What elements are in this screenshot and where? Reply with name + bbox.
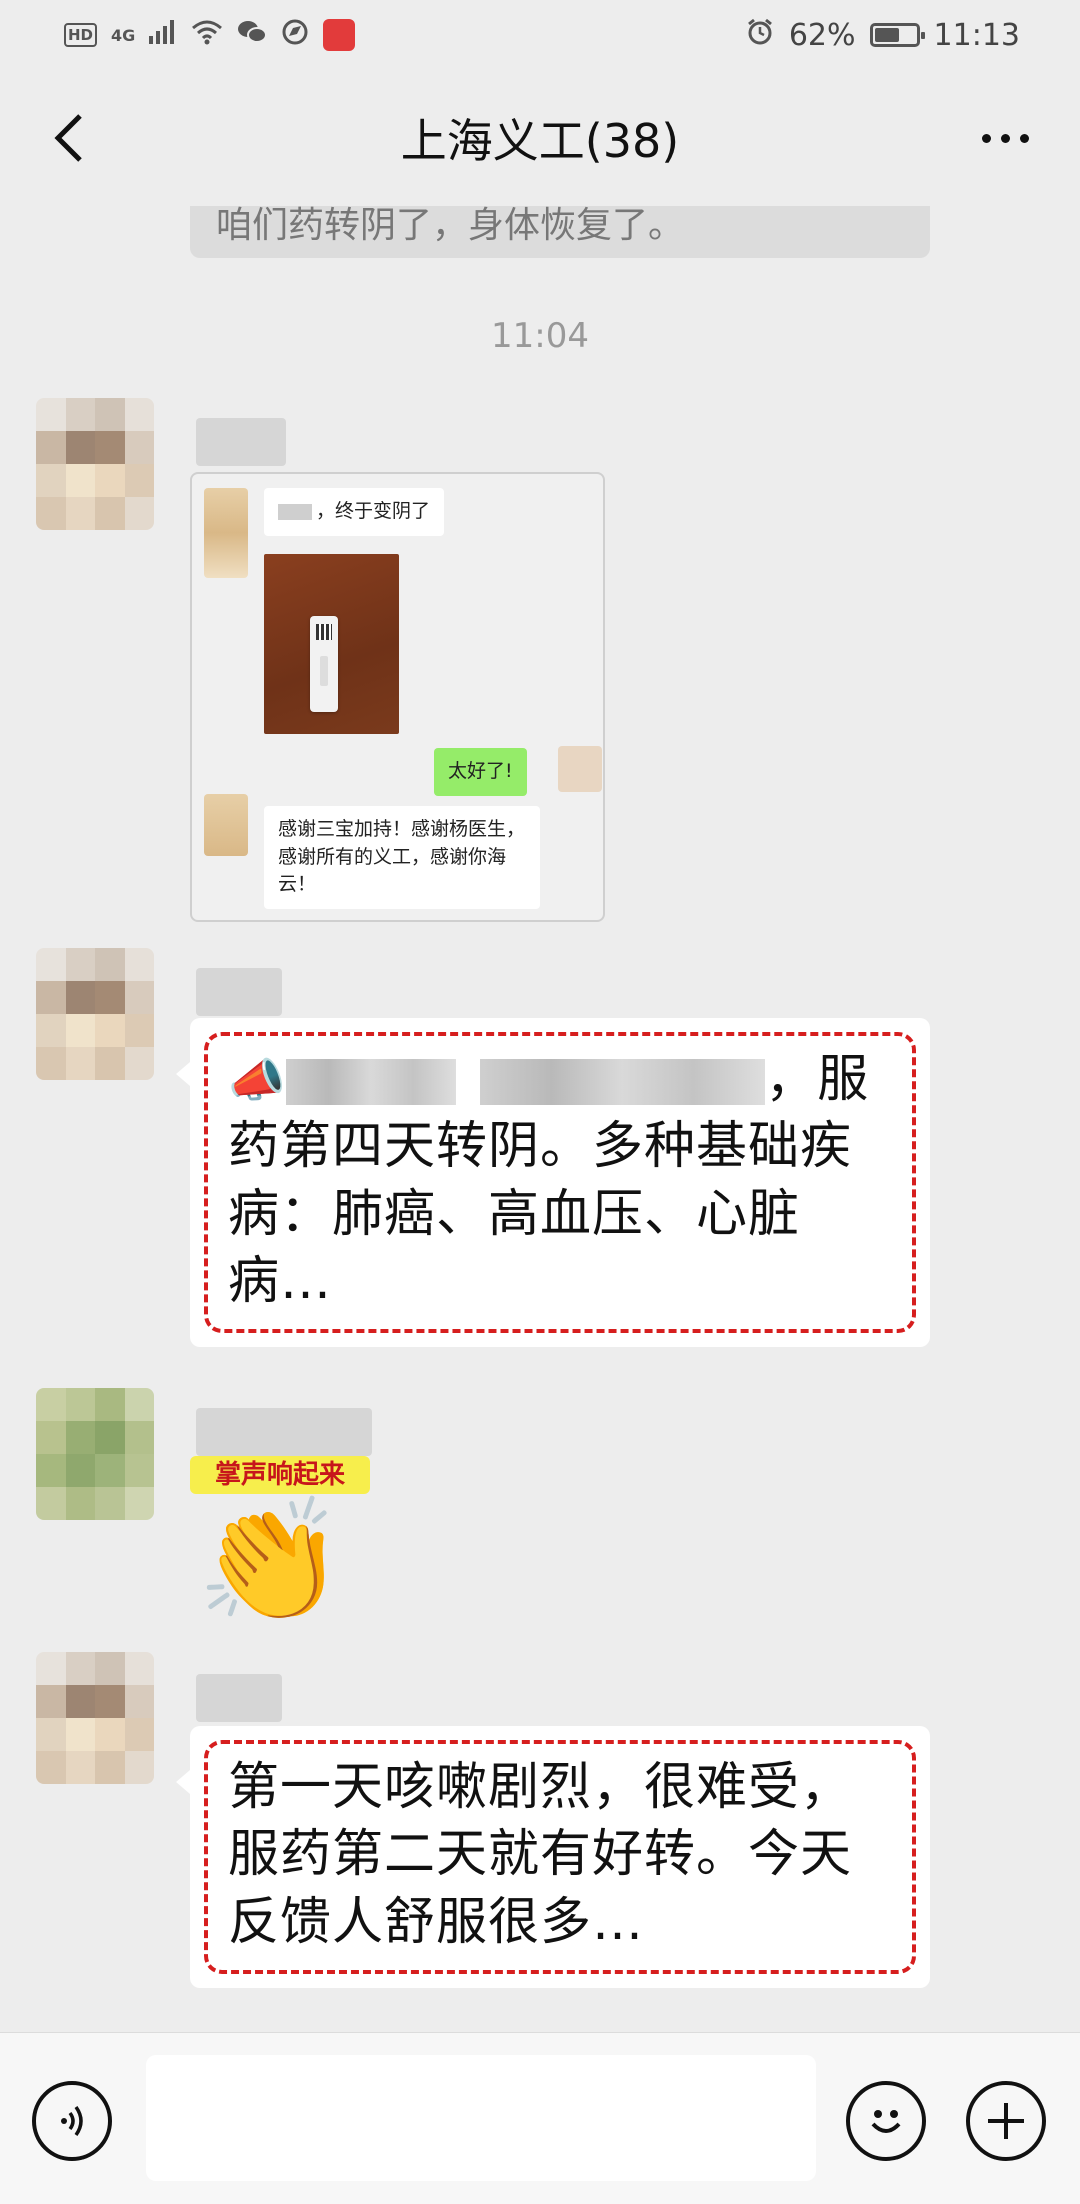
forwarded-message-1-text: ，终于变阴了 — [316, 500, 431, 522]
app-notification-icon — [323, 19, 356, 51]
wifi-icon — [191, 19, 223, 52]
mini-avatar — [204, 488, 248, 578]
plus-icon — [988, 2103, 1024, 2139]
message-bubble[interactable]: 📣 ，服 药第四天转阴。多种基础疾 病：肺癌、高血压、心脏 病… — [176, 1018, 930, 1348]
battery-icon — [869, 23, 925, 47]
back-button[interactable] — [40, 110, 96, 166]
forwarded-message-3: 感谢三宝加持！感谢杨医生，感谢所有的义工，感谢你海云！ — [264, 806, 540, 909]
more-dot — [1019, 133, 1029, 143]
message-line: 药第四天转阴。多种基础疾 — [228, 1117, 853, 1177]
mini-avatar — [204, 794, 248, 856]
status-bar: HD 4G 62% 11:13 — [0, 0, 1080, 70]
avatar[interactable] — [36, 1388, 154, 1520]
mini-avatar — [558, 746, 602, 792]
message-line: 第一天咳嗽剧烈，很难受， — [228, 1758, 853, 1817]
message-line: 服药第二天就有好转。今天 — [228, 1825, 853, 1885]
applause-sticker[interactable]: 掌声响起来 👏 — [190, 1456, 370, 1636]
message-bubble[interactable]: 第一天咳嗽剧烈，很难受， 服药第二天就有好转。今天 反馈人舒服很多… — [176, 1726, 930, 1988]
more-button[interactable] — [970, 110, 1040, 166]
megaphone-icon: 📣 — [228, 1053, 287, 1107]
signal-icon — [149, 19, 177, 51]
avatar[interactable] — [36, 398, 154, 530]
plus-button[interactable] — [966, 2081, 1046, 2161]
browser-icon — [281, 18, 309, 53]
blurred-text — [480, 1059, 766, 1105]
more-dots-icon — [981, 133, 991, 143]
message-text-a: ，服 — [765, 1050, 870, 1109]
network-type: 4G — [111, 25, 136, 45]
battery-fill — [874, 28, 900, 42]
emoji-icon — [871, 2110, 901, 2133]
chevron-left-icon — [54, 114, 82, 162]
battery-percent: 62% — [788, 17, 856, 53]
qr-code-icon — [316, 624, 332, 640]
message-line: 病… — [228, 1251, 333, 1311]
test-kit-photo — [264, 554, 399, 734]
chat-area[interactable]: 咱们药转阴了，身体恢复了。 11:04 ，终于变阴了 太好了! 感谢三宝加持！感… — [0, 206, 1080, 2032]
status-left: HD 4G — [64, 18, 356, 53]
sender-name-blurred — [196, 1408, 372, 1456]
message-line: 反馈人舒服很多… — [228, 1892, 645, 1952]
forwarded-screenshot[interactable]: ，终于变阴了 太好了! 感谢三宝加持！感谢杨医生，感谢所有的义工，感谢你海云！ — [190, 472, 605, 922]
message-line: 病：肺癌、高血压、心脏 — [228, 1184, 801, 1244]
message-input[interactable] — [146, 2055, 816, 2181]
forwarded-message-2: 太好了! — [434, 748, 527, 796]
partial-message-bubble[interactable]: 咱们药转阴了，身体恢复了。 — [190, 206, 930, 258]
test-window — [320, 656, 328, 686]
alarm-icon — [745, 17, 775, 54]
blurred-name — [278, 503, 312, 520]
more-dot — [1000, 133, 1010, 143]
sticker-caption: 掌声响起来 — [190, 1456, 370, 1494]
hd-badge: HD — [64, 23, 98, 47]
emoji-button[interactable] — [846, 2081, 926, 2161]
message-content: 📣 ，服 药第四天转阴。多种基础疾 病：肺癌、高血压、心脏 病… — [204, 1032, 916, 1334]
sender-name-blurred — [196, 418, 286, 466]
input-bar — [0, 2032, 1080, 2204]
sender-name-blurred — [196, 1674, 282, 1722]
forwarded-message-1: ，终于变阴了 — [264, 488, 445, 536]
status-right: 62% 11:13 — [745, 17, 1020, 54]
avatar[interactable] — [36, 1652, 154, 1784]
message-line: 📣 ，服 — [228, 1046, 894, 1113]
sender-name-blurred — [196, 968, 282, 1016]
wechat-icon — [237, 19, 268, 52]
antigen-test-kit — [310, 616, 338, 712]
chat-title: 上海义工(38) — [400, 114, 680, 168]
voice-icon — [61, 2105, 83, 2137]
timestamp: 11:04 — [491, 316, 589, 356]
nav-bar: 上海义工(38) — [0, 70, 1080, 206]
message-content: 第一天咳嗽剧烈，很难受， 服药第二天就有好转。今天 反馈人舒服很多… — [204, 1740, 916, 1974]
avatar[interactable] — [36, 948, 154, 1080]
blurred-text — [286, 1059, 457, 1105]
clock: 11:13 — [933, 17, 1020, 53]
clapping-hands-icon: 👏 — [196, 1492, 346, 1631]
voice-button[interactable] — [32, 2081, 112, 2161]
